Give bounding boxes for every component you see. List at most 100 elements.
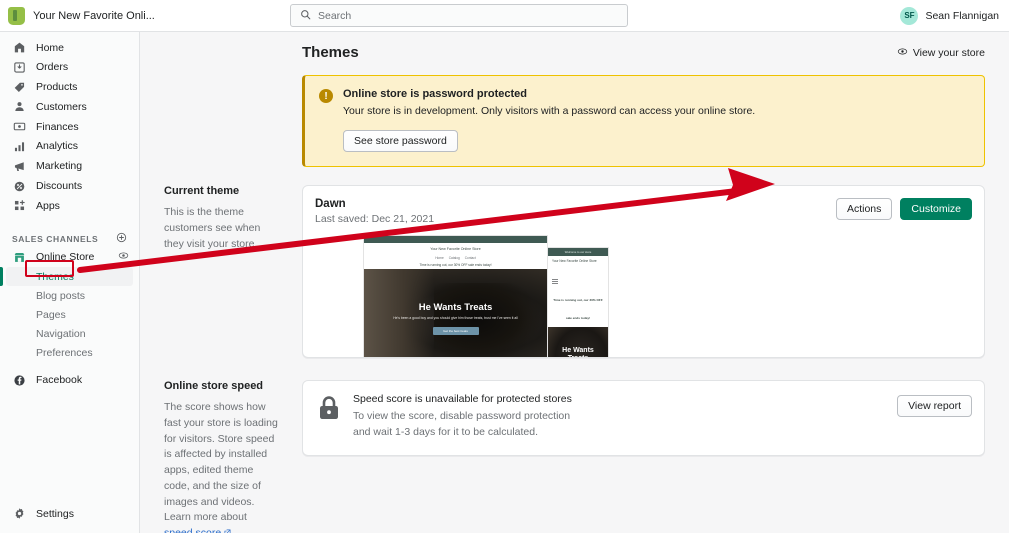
preview-store-name: Your New Favorite Online Store [430,246,481,251]
page-title: Themes [302,44,359,61]
view-your-store-label: View your store [912,46,985,59]
sidebar-label-products: Products [36,81,78,94]
preview-mobile-store-name: Your New Favorite Online Store [552,259,597,264]
preview-mobile-announcement-text: Welcome to our store [564,250,592,255]
main-content: Themes View your store ! Online store is… [140,32,1009,533]
sidebar-item-navigation[interactable]: Navigation [6,324,133,343]
sidebar-item-home[interactable]: Home [6,38,133,57]
preview-hero-button: Get the best treats [432,327,479,336]
preview-hero-title: He Wants Treats [418,302,493,314]
sidebar-nav-list: Home Orders Products Customers Finances … [0,32,139,215]
preview-mobile-promo: Time is running out, our 30% OFF sale en… [548,285,608,327]
finances-money-icon [12,120,26,134]
sidebar-label-marketing: Marketing [36,160,83,173]
preview-mobile-menu-icon [548,278,608,285]
sidebar-label-home: Home [36,41,65,54]
search-placeholder: Search [318,9,352,22]
online-store-submenu: Themes Blog posts Pages Navigation Prefe… [0,267,139,362]
current-theme-heading: Current theme [164,185,240,198]
search-input[interactable]: Search [290,4,628,27]
facebook-icon [12,373,26,387]
apps-grid-plus-icon [12,199,26,213]
theme-preview[interactable]: Your New Favorite Online Store Home Cata… [303,225,984,358]
current-theme-description-block: Current theme This is the theme customer… [164,185,302,358]
settings-row: Settings [0,504,140,523]
preview-mobile-nav: Your New Favorite Online Store [548,256,608,278]
orders-inbox-icon [12,60,26,74]
preview-mobile-hero-title: He Wants Treats [562,346,594,358]
theme-name: Dawn [315,198,346,211]
current-theme-card: Dawn Last saved: Dec 21, 2021 Actions Cu… [302,185,985,359]
speed-score-card: Speed score is unavailable for protected… [302,380,985,456]
facebook-label: Facebook [36,374,83,387]
preview-nav-link: Catalog [448,255,460,260]
theme-action-buttons: Actions Customize [835,198,972,221]
preview-nav-links: Home Catalog Contact [364,254,547,261]
eye-icon [897,46,908,60]
sidebar-item-themes[interactable]: Themes [6,267,133,287]
preview-promo-text: Time is running out, our 30% OFF sale en… [419,263,492,268]
sidebar-item-products[interactable]: Products [6,78,133,97]
sidebar: Home Orders Products Customers Finances … [0,32,140,533]
themes-label: Themes [36,270,74,283]
see-store-password-button[interactable]: See store password [343,130,458,153]
sidebar-label-apps: Apps [36,199,60,212]
eye-icon[interactable] [118,250,129,264]
brand-area[interactable]: Your New Favorite Onli... [0,6,290,25]
sidebar-item-analytics[interactable]: Analytics [6,137,133,156]
speed-card-title: Speed score is unavailable for protected… [353,393,572,406]
analytics-bars-icon [12,139,26,153]
storefront-icon [12,250,26,264]
preview-announcement-bar [364,236,547,244]
store-name: Your New Favorite Onli... [33,9,155,22]
sales-channels-header: SALES CHANNELS [0,231,139,247]
current-theme-section: Current theme This is the theme customer… [164,185,985,359]
product-tag-icon [12,80,26,94]
actions-button[interactable]: Actions [835,198,893,221]
settings-label: Settings [36,507,74,520]
sidebar-item-finances[interactable]: Finances [6,117,133,136]
sales-channels-label: SALES CHANNELS [12,234,99,245]
speed-heading: Online store speed [164,380,264,393]
search-icon [300,7,311,25]
shopify-bag-icon [8,6,25,25]
sidebar-item-customers[interactable]: Customers [6,97,133,116]
speed-card-text: To view the score, disable password prot… [353,410,571,438]
sidebar-item-orders[interactable]: Orders [6,58,133,77]
sidebar-item-preferences[interactable]: Preferences [6,343,133,362]
blog-posts-label: Blog posts [36,289,86,302]
sidebar-label-customers: Customers [36,100,87,113]
preview-hero: He Wants Treats He's been a good boy and… [364,269,547,358]
sidebar-item-marketing[interactable]: Marketing [6,157,133,176]
preview-hero-button-label: Get the best treats [443,329,468,334]
banner-title: Online store is password protected [343,88,527,100]
gear-icon [12,507,26,521]
preview-nav-link: Home [435,255,444,260]
sidebar-item-discounts[interactable]: Discounts [6,177,133,196]
sidebar-item-settings[interactable]: Settings [6,504,134,523]
sidebar-item-blog-posts[interactable]: Blog posts [6,286,133,305]
plus-circle-icon[interactable] [116,230,127,248]
page-header: Themes View your store [302,44,985,61]
customer-person-icon [12,100,26,114]
speed-score-link[interactable]: speed score [164,527,221,533]
customize-button[interactable]: Customize [900,198,972,221]
navigation-label: Navigation [36,327,86,340]
sidebar-item-facebook[interactable]: Facebook [6,370,133,390]
sidebar-item-apps[interactable]: Apps [6,196,133,215]
avatar: SF [900,6,919,25]
view-report-button[interactable]: View report [897,395,972,418]
user-menu[interactable]: SF Sean Flannigan [900,6,999,25]
preview-mobile-announcement: Welcome to our store [548,248,608,257]
theme-preview-mobile: Welcome to our store Your New Favorite O… [547,247,609,358]
sidebar-item-online-store[interactable]: Online Store [6,247,133,267]
view-your-store-link[interactable]: View your store [897,46,985,60]
preview-mobile-hero: He Wants Treats He's been a good boy and… [548,327,608,358]
preview-promo-bar: Time is running out, our 30% OFF sale en… [364,261,547,269]
speed-description: The score shows how fast your store is l… [164,400,278,533]
online-store-label: Online Store [36,251,95,264]
speed-description-block: Online store speed The score shows how f… [164,380,302,533]
sidebar-item-pages[interactable]: Pages [6,305,133,324]
password-protected-banner: ! Online store is password protected You… [302,75,985,168]
current-theme-description: This is the theme customers see when the… [164,206,261,250]
